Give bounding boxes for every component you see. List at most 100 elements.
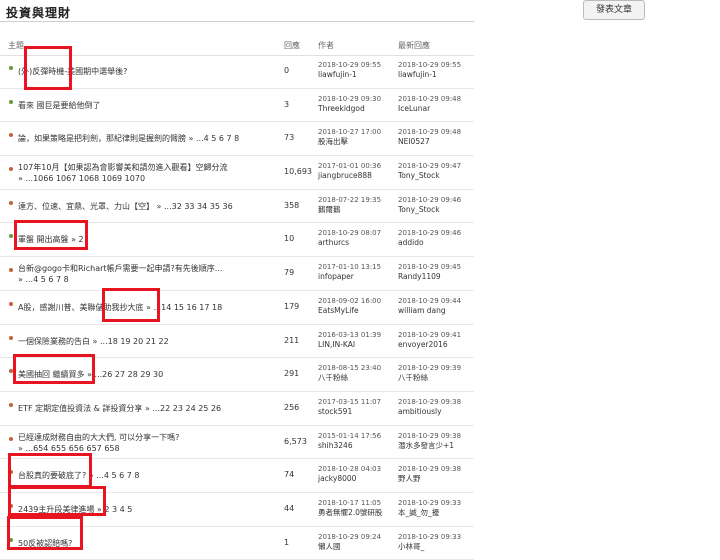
thread-author-link[interactable]: 八千粉絲 bbox=[318, 373, 381, 383]
thread-last-reply-user[interactable]: 八千粉絲 bbox=[398, 373, 461, 383]
thread-author-link[interactable]: EatsMyLife bbox=[318, 306, 381, 316]
thread-page-links[interactable]: » ...1066 1067 1068 1069 1070 bbox=[18, 174, 145, 183]
thread-last-reply-time[interactable]: 2018-10-29 09:45 bbox=[398, 262, 461, 272]
thread-author-cell: 2017-01-10 13:15 infopaper bbox=[318, 262, 381, 282]
thread-last-reply-time[interactable]: 2018-10-29 09:48 bbox=[398, 127, 461, 137]
thread-last-reply-user[interactable]: NEI0527 bbox=[398, 137, 461, 147]
thread-author-cell: 2017-03-15 11:07 stock591 bbox=[318, 397, 381, 417]
thread-page-links[interactable]: » ...4 5 6 7 8 bbox=[189, 134, 240, 143]
thread-status-icon bbox=[9, 167, 13, 172]
thread-title-link[interactable]: 台新@gogo卡和Richart帳戶需要一起申請?有先後順序... bbox=[18, 264, 222, 273]
thread-page-links[interactable]: » ...14 15 16 17 18 bbox=[146, 303, 222, 312]
thread-last-reply-time[interactable]: 2018-10-29 09:46 bbox=[398, 195, 461, 205]
thread-last-reply-user[interactable]: 潛水多發言少+1 bbox=[398, 441, 461, 451]
thread-author-time: 2017-01-10 13:15 bbox=[318, 263, 382, 272]
thread-page-links[interactable]: » 2 3 4 5 bbox=[97, 505, 132, 514]
thread-author-link[interactable]: jacky8000 bbox=[318, 474, 381, 484]
thread-author-cell: 2018-10-29 09:55 liawfujin-1 bbox=[318, 60, 381, 80]
thread-title-link[interactable]: A股，感謝川普、美聯儲助我抄大底 bbox=[18, 303, 143, 312]
thread-author-link[interactable]: jiangbruce888 bbox=[318, 171, 381, 181]
thread-topic: ETF 定期定值投資法 & 詳投資分享 » ...22 23 24 25 26 bbox=[18, 403, 273, 414]
header-topic: 主題 bbox=[8, 41, 24, 50]
thread-last-reply-time[interactable]: 2018-10-29 09:39 bbox=[398, 363, 461, 373]
thread-author-link[interactable]: infopaper bbox=[318, 272, 381, 282]
thread-author-link[interactable]: 股海出擊 bbox=[318, 137, 381, 147]
thread-last-reply-time[interactable]: 2018-10-29 09:48 bbox=[398, 94, 461, 104]
post-article-button[interactable]: 發表文章 bbox=[583, 0, 645, 20]
thread-last-reply-time[interactable]: 2018-10-29 09:41 bbox=[398, 330, 461, 340]
thread-reply-count: 74 bbox=[284, 470, 295, 480]
thread-author-link[interactable]: Threekidgod bbox=[318, 104, 381, 114]
thread-list-header: 主題 回應 作者 最新回應 bbox=[0, 38, 474, 56]
thread-last-reply-user[interactable]: IceLunar bbox=[398, 104, 461, 114]
thread-topic: (外)反彈時機-美國期中選舉後? bbox=[18, 66, 273, 77]
thread-last-reply-user[interactable]: liawfujin-1 bbox=[398, 70, 461, 80]
thread-title-link[interactable]: 軍盤 開出高盤 bbox=[18, 235, 69, 244]
thread-title-link[interactable]: 台股真的要破底了? bbox=[18, 471, 86, 480]
header-last-reply: 最新回應 bbox=[398, 41, 430, 50]
thread-last-reply-user[interactable]: Tony_Stock bbox=[398, 205, 461, 215]
thread-title-link[interactable]: 看來 國巨是要給他倒了 bbox=[18, 101, 101, 110]
thread-title-link[interactable]: 2439主升段美律進場 bbox=[18, 505, 94, 514]
thread-title-link[interactable]: ETF 定期定值投資法 & 詳投資分享 bbox=[18, 404, 142, 413]
thread-last-reply-time[interactable]: 2018-10-29 09:38 bbox=[398, 431, 461, 441]
thread-last-reply-time[interactable]: 2018-10-29 09:47 bbox=[398, 161, 461, 171]
thread-row: 50反被認賠嗎? 1 2018-10-29 09:24 懶人國 2018-10-… bbox=[0, 527, 474, 560]
thread-status-icon bbox=[9, 436, 13, 441]
thread-author-link[interactable]: 勇者無懼2.0號研股 bbox=[318, 508, 382, 518]
thread-author-time: 2017-03-15 11:07 bbox=[318, 397, 382, 406]
thread-last-reply-user[interactable]: addido bbox=[398, 238, 461, 248]
thread-last-reply-user[interactable]: Randy1109 bbox=[398, 272, 461, 282]
thread-last-reply-user[interactable]: 本_誠_勿_擾 bbox=[398, 508, 461, 518]
thread-last-reply-time[interactable]: 2018-10-29 09:38 bbox=[398, 464, 461, 474]
thread-last-reply-time[interactable]: 2018-10-29 09:33 bbox=[398, 532, 461, 542]
thread-author-link[interactable]: shih3246 bbox=[318, 441, 381, 451]
thread-last-reply-user[interactable]: 小林哥_ bbox=[398, 542, 461, 552]
thread-page-links[interactable]: » ...4 5 6 7 8 bbox=[18, 275, 69, 284]
thread-last-reply-time[interactable]: 2018-10-29 09:38 bbox=[398, 397, 461, 407]
thread-title-link[interactable]: 一個保險業務的告白 bbox=[18, 337, 90, 346]
thread-page-links[interactable]: » ...26 27 28 29 30 bbox=[87, 370, 163, 379]
thread-last-reply-time[interactable]: 2018-10-29 09:44 bbox=[398, 296, 461, 306]
thread-author-link[interactable]: stock591 bbox=[318, 407, 381, 417]
thread-last-reply-time[interactable]: 2018-10-29 09:46 bbox=[398, 228, 461, 238]
thread-reply-count: 79 bbox=[284, 268, 295, 278]
thread-title-link[interactable]: 50反被認賠嗎? bbox=[18, 539, 72, 548]
thread-author-time: 2018-10-29 09:30 bbox=[318, 94, 382, 103]
thread-title-link[interactable]: 美國抽回 繼續買多 bbox=[18, 370, 85, 379]
thread-author-link[interactable]: 懶人國 bbox=[318, 542, 381, 552]
thread-page-links[interactable]: » ...654 655 656 657 658 bbox=[18, 444, 120, 453]
thread-title-link[interactable]: 107年10月【如果認為會影響美和請勿進入觀看】空歸分流 bbox=[18, 163, 227, 172]
thread-title-link[interactable]: 達方、位速、宜鼎、光罩、力山【空】 bbox=[18, 202, 154, 211]
thread-page-links[interactable]: » ...18 19 20 21 22 bbox=[93, 337, 169, 346]
thread-last-reply-cell: 2018-10-29 09:44 william dang bbox=[398, 296, 461, 316]
thread-author-time: 2015-01-14 17:56 bbox=[318, 431, 382, 440]
thread-page-links[interactable]: » 2 bbox=[71, 235, 84, 244]
thread-author-link[interactable]: 鵝爾鵝 bbox=[318, 205, 381, 215]
thread-author-link[interactable]: liawfujin-1 bbox=[318, 70, 381, 80]
thread-topic: 2439主升段美律進場 » 2 3 4 5 bbox=[18, 504, 273, 515]
thread-title-link[interactable]: (外)反彈時機-美國期中選舉後? bbox=[18, 67, 127, 76]
thread-author-link[interactable]: arthurcs bbox=[318, 238, 381, 248]
thread-author-time: 2016-03-13 01:39 bbox=[318, 330, 382, 339]
thread-last-reply-time[interactable]: 2018-10-29 09:55 bbox=[398, 60, 461, 70]
thread-title-link[interactable]: 論，如果策略是把利劍，那紀律則是握劍的臂膀 bbox=[18, 134, 186, 143]
thread-row: 軍盤 開出高盤 » 2 10 2018-10-29 08:07 arthurcs… bbox=[0, 223, 474, 258]
thread-row: 論，如果策略是把利劍，那紀律則是握劍的臂膀 » ...4 5 6 7 8 73 … bbox=[0, 122, 474, 157]
thread-page-links[interactable]: » ...22 23 24 25 26 bbox=[145, 404, 221, 413]
thread-last-reply-user[interactable]: envoyer2016 bbox=[398, 340, 461, 350]
thread-last-reply-user[interactable]: 野人野 bbox=[398, 474, 461, 484]
thread-last-reply-cell: 2018-10-29 09:38 ambitiously bbox=[398, 397, 461, 417]
thread-last-reply-time[interactable]: 2018-10-29 09:33 bbox=[398, 498, 461, 508]
thread-last-reply-user[interactable]: william dang bbox=[398, 306, 461, 316]
thread-author-link[interactable]: LIN,IN-KAI bbox=[318, 340, 381, 350]
thread-reply-count: 291 bbox=[284, 369, 300, 379]
thread-page-links[interactable]: » ...4 5 6 7 8 bbox=[89, 471, 140, 480]
thread-title-link[interactable]: 已經達成財務自由的大大們, 可以分享一下嗎? bbox=[18, 433, 179, 442]
thread-last-reply-user[interactable]: ambitiously bbox=[398, 407, 461, 417]
thread-row: A股，感謝川普、美聯儲助我抄大底 » ...14 15 16 17 18 179… bbox=[0, 291, 474, 325]
thread-reply-count: 73 bbox=[284, 133, 295, 143]
thread-last-reply-user[interactable]: Tony_Stock bbox=[398, 171, 461, 181]
thread-author-time: 2018-09-02 16:00 bbox=[318, 296, 382, 305]
thread-page-links[interactable]: » ...32 33 34 35 36 bbox=[157, 202, 233, 211]
